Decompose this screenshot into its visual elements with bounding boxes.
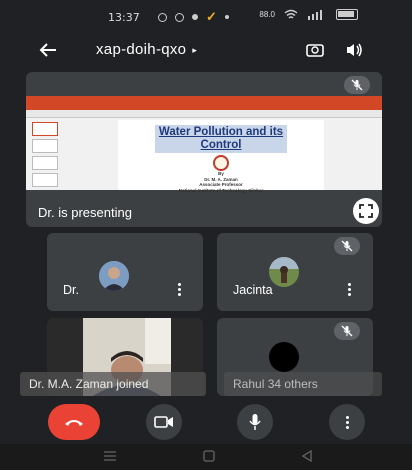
- signal-icon: [308, 10, 322, 20]
- mic-off-icon: [351, 79, 363, 91]
- arrow-left-icon[interactable]: [36, 38, 60, 62]
- presenting-label: Dr. is presenting: [38, 205, 132, 220]
- mic-off-icon: [341, 240, 353, 252]
- mic-off-icon: [341, 325, 353, 337]
- meeting-top-bar: xap-doih-qxo ▸: [0, 34, 412, 66]
- video-camera-icon: [154, 416, 173, 428]
- ppt-toolbar: [26, 110, 382, 118]
- microphone-icon: [249, 414, 261, 430]
- slide-thumbnail: [32, 139, 58, 153]
- camera-toggle-button[interactable]: [146, 404, 182, 440]
- slide-title: Water Pollution and its Control: [154, 125, 288, 153]
- flip-camera-icon[interactable]: [305, 40, 325, 60]
- status-time: 13:37: [108, 11, 140, 24]
- fullscreen-icon: [359, 204, 373, 218]
- end-call-button[interactable]: [48, 404, 100, 440]
- others-label: Rahul 34 others: [224, 372, 382, 396]
- fullscreen-button[interactable]: [353, 198, 379, 224]
- slide-title-line: Control: [200, 139, 242, 151]
- slide-thumbnails: [32, 122, 60, 188]
- home-icon[interactable]: [202, 450, 216, 462]
- back-nav-icon[interactable]: [300, 450, 314, 462]
- slide-thumbnail: [32, 156, 58, 170]
- avatar: [99, 261, 129, 291]
- status-bar: 13:37 ✓ 88.0: [0, 0, 412, 34]
- slide-thumbnail: [32, 122, 58, 136]
- avatar: [269, 342, 299, 372]
- ppt-ribbon: [26, 96, 382, 110]
- institute-logo: [213, 155, 229, 171]
- speaker-icon[interactable]: [344, 40, 364, 60]
- wifi-icon: [284, 9, 298, 19]
- whatsapp-icon: [175, 12, 184, 22]
- status-notification-icons: ✓: [158, 9, 229, 25]
- slide-title-line: Water Pollution and its: [158, 126, 284, 138]
- notification-icon: [158, 12, 167, 22]
- mic-off-badge: [334, 322, 360, 340]
- more-vertical-icon[interactable]: [347, 283, 351, 299]
- status-system-icons: 88.0: [259, 9, 358, 20]
- more-options-button[interactable]: [329, 404, 365, 440]
- call-controls: [0, 404, 412, 442]
- slide-institute: National Institute of Technology Silchar: [178, 187, 264, 193]
- menu-icon[interactable]: [103, 450, 117, 462]
- more-vertical-icon: [345, 415, 349, 429]
- participant-tile[interactable]: Dr.: [47, 233, 203, 311]
- avatar: [269, 257, 299, 287]
- shared-screen: Water Pollution and its Control By Dr. M…: [26, 96, 382, 193]
- mic-off-badge: [344, 76, 370, 94]
- notification-icon: [192, 14, 198, 20]
- mic-toggle-button[interactable]: [237, 404, 273, 440]
- caret-right-icon: ▸: [192, 44, 198, 55]
- participant-name: Dr.: [63, 283, 79, 297]
- check-icon: ✓: [206, 9, 217, 24]
- system-nav-bar: [0, 444, 412, 470]
- join-notification: Dr. M.A. Zaman joined: [20, 372, 206, 396]
- participant-name: Jacinta: [233, 283, 273, 297]
- others-name: Rahul: [233, 377, 265, 391]
- data-speed-text: 88.0: [259, 9, 275, 19]
- meeting-code-button[interactable]: xap-doih-qxo ▸: [96, 41, 197, 58]
- participant-tile[interactable]: Jacinta: [217, 233, 373, 311]
- presentation-tile[interactable]: Water Pollution and its Control By Dr. M…: [26, 72, 382, 227]
- slide: Water Pollution and its Control By Dr. M…: [118, 120, 324, 193]
- dot-icon: [224, 15, 229, 19]
- meeting-code: xap-doih-qxo: [96, 41, 187, 58]
- more-vertical-icon[interactable]: [177, 283, 181, 299]
- slide-thumbnail: [32, 173, 58, 187]
- phone-hangup-icon: [65, 420, 83, 426]
- mic-off-badge: [334, 237, 360, 255]
- battery-icon: [336, 9, 358, 20]
- others-count: 34 others: [267, 377, 318, 391]
